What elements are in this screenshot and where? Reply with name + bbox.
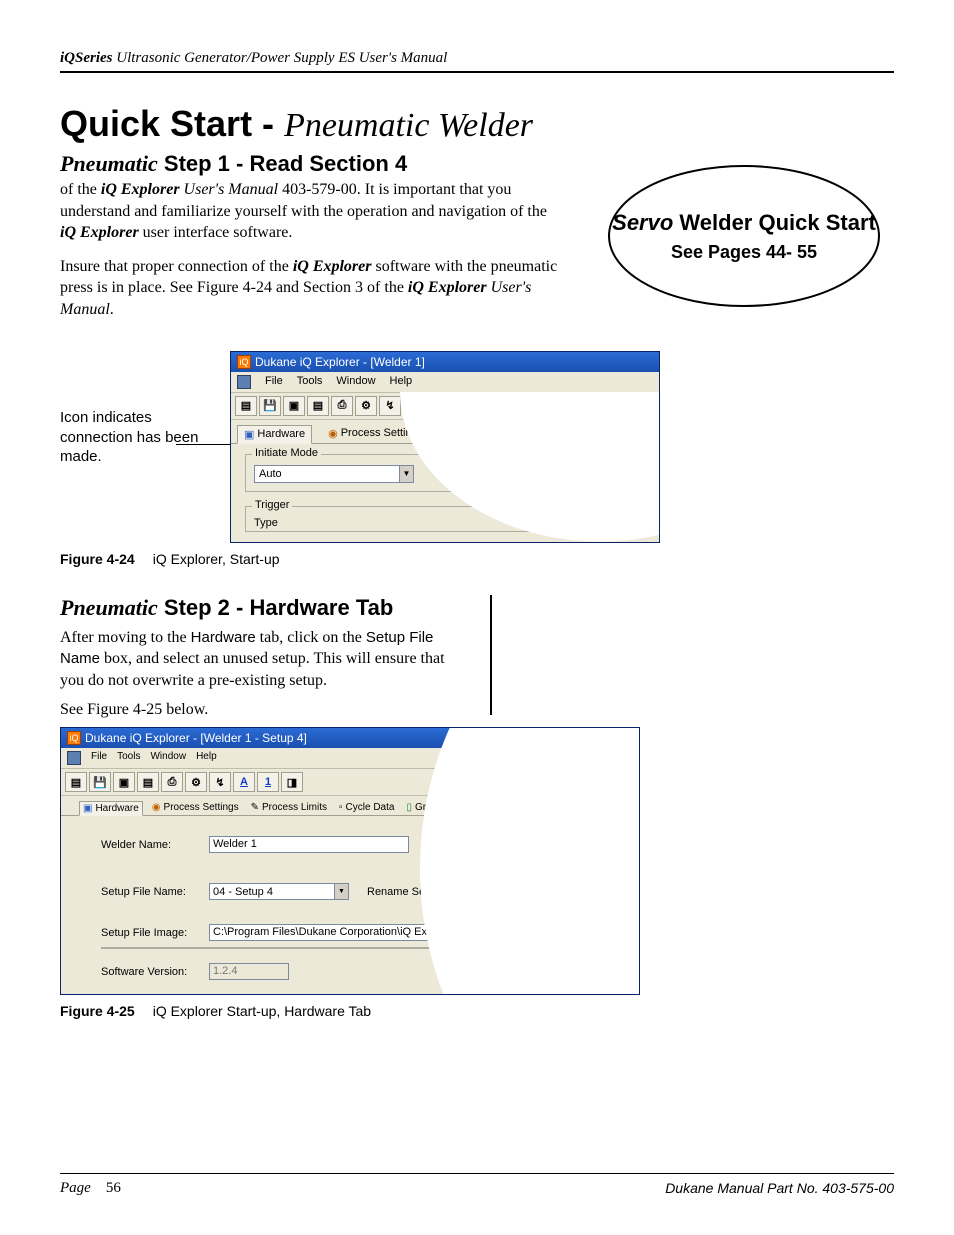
step1-prefix: Pneumatic: [60, 151, 158, 176]
input-version: 1.2.4: [209, 963, 289, 980]
toolbar-btn-3[interactable]: ▣: [283, 396, 305, 416]
annotation-connection-icon: Icon indicates connection has been made.: [60, 408, 220, 467]
menu-tools[interactable]: Tools: [297, 375, 323, 389]
lbl-setup-file: Setup File Name:: [101, 886, 201, 898]
step2-rest: Step 2 - Hardware Tab: [158, 595, 394, 620]
menu-help[interactable]: Help: [390, 375, 413, 389]
tab-hardware[interactable]: ▣Hardware: [237, 425, 312, 444]
fig-num: Figure 4-24: [60, 551, 135, 567]
figure-caption-24: Figure 4-24 iQ Explorer, Start-up: [60, 551, 894, 567]
callout-rest: Welder Quick Start: [673, 210, 876, 235]
tab-cycle-data[interactable]: ▫Cycle Data: [336, 800, 397, 815]
toolbar-btn-a[interactable]: A: [233, 772, 255, 792]
chevron-down-icon: ▼: [334, 884, 348, 899]
toolbar-btn-1[interactable]: ▤: [65, 772, 87, 792]
callout-servo: Servo: [612, 210, 673, 235]
servo-callout: Servo Welder Quick Start See Pages 44- 5…: [604, 161, 884, 311]
step2-heading: Pneumatic Step 2 - Hardware Tab: [60, 595, 460, 621]
toolbar-btn-5[interactable]: ⎙: [161, 772, 183, 792]
footer-page-label: Page: [60, 1180, 91, 1196]
header-series-suffix: Series: [75, 50, 113, 66]
toolbar-btn-7[interactable]: ↯: [209, 772, 231, 792]
page-footer: Page 56 Dukane Manual Part No. 403-575-0…: [60, 1173, 894, 1197]
chevron-down-icon: ▼: [399, 466, 413, 482]
step1-para2: Insure that proper connection of the iQ …: [60, 256, 564, 321]
title-sub: Pneumatic Welder: [284, 107, 533, 144]
window-title-2: Dukane iQ Explorer - [Welder 1 - Setup 4…: [85, 731, 307, 745]
toolbar-btn-4[interactable]: ▤: [137, 772, 159, 792]
app-icon: iQ: [67, 731, 81, 745]
lbl-welder-name: Welder Name:: [101, 839, 201, 851]
combo-value: Auto: [259, 468, 282, 480]
toolbar-btn-5[interactable]: ⎙: [331, 396, 353, 416]
page-title: Quick Start - Pneumatic Welder: [60, 103, 894, 145]
toolbar-btn-6[interactable]: ⚙: [355, 396, 377, 416]
group-legend-initiate: Initiate Mode: [252, 447, 321, 459]
toolbar-btn-save[interactable]: 💾: [259, 396, 281, 416]
toolbar-btn-save[interactable]: 💾: [89, 772, 111, 792]
fig-text: iQ Explorer, Start-up: [153, 551, 280, 567]
vertical-divider: [490, 595, 492, 715]
lbl-version: Software Version:: [101, 966, 201, 978]
callout-pages: See Pages 44- 55: [671, 242, 817, 263]
app-window-fig24: iQ Dukane iQ Explorer - [Welder 1] File …: [230, 351, 660, 543]
menu-file[interactable]: File: [265, 375, 283, 389]
header-series: iQ: [60, 50, 75, 66]
header-subtitle: Ultrasonic Generator/Power Supply ES Use…: [113, 50, 448, 66]
group-legend-trigger: Trigger: [252, 499, 292, 511]
title-main: Quick Start -: [60, 103, 284, 144]
step2-para: After moving to the Hardware tab, click …: [60, 627, 460, 692]
step1-para1: of the iQ Explorer User's Manual 403-579…: [60, 179, 564, 244]
app-window-fig25: iQ Dukane iQ Explorer - [Welder 1 - Setu…: [60, 727, 640, 995]
toolbar-btn-4[interactable]: ▤: [307, 396, 329, 416]
input-welder-name[interactable]: Welder 1: [209, 836, 409, 853]
see-figure: See Figure 4-25 below.: [60, 701, 460, 719]
running-header: iQSeries Ultrasonic Generator/Power Supp…: [60, 50, 894, 73]
menu-file[interactable]: File: [91, 751, 107, 765]
tab-process-limits[interactable]: ✎Process Limits: [248, 800, 330, 815]
step2-prefix: Pneumatic: [60, 595, 158, 620]
combo-initiate-mode[interactable]: Auto ▼: [254, 465, 414, 483]
toolbar-btn-3[interactable]: ▣: [113, 772, 135, 792]
app-icon: iQ: [237, 355, 251, 369]
step1-heading: Pneumatic Step 1 - Read Section 4: [60, 151, 564, 177]
step1-rest: Step 1 - Read Section 4: [158, 151, 407, 176]
menubar: File Tools Window Help: [231, 372, 659, 393]
figure-caption-25: Figure 4-25 iQ Explorer Start-up, Hardwar…: [60, 1003, 894, 1019]
fig-text-2: iQ Explorer Start-up, Hardware Tab: [153, 1003, 371, 1019]
tab-hardware[interactable]: ▣Hardware: [79, 801, 143, 816]
lbl-setup-image: Setup File Image:: [101, 927, 201, 939]
tab-process-settings[interactable]: ◉Process Settings: [149, 800, 242, 815]
connection-icon: [67, 751, 81, 765]
toolbar-btn-10[interactable]: ◨: [281, 772, 303, 792]
menu-help[interactable]: Help: [196, 751, 217, 765]
titlebar[interactable]: iQ Dukane iQ Explorer - [Welder 1]: [231, 352, 659, 372]
connection-icon: [237, 375, 251, 389]
combo-setup-file[interactable]: 04 - Setup 4 ▼: [209, 883, 349, 900]
menu-window[interactable]: Window: [336, 375, 375, 389]
toolbar-btn-1[interactable]: ▤: [235, 396, 257, 416]
toolbar-btn-1num[interactable]: 1: [257, 772, 279, 792]
window-title: Dukane iQ Explorer - [Welder 1]: [255, 355, 425, 369]
toolbar-btn-7[interactable]: ↯: [379, 396, 401, 416]
combo-setup-value: 04 - Setup 4: [213, 886, 273, 898]
footer-part: Dukane Manual Part No. 403-575-00: [665, 1180, 894, 1197]
fig-num-2: Figure 4-25: [60, 1003, 135, 1019]
toolbar-btn-6[interactable]: ⚙: [185, 772, 207, 792]
menu-window[interactable]: Window: [150, 751, 186, 765]
footer-page-num: 56: [106, 1180, 121, 1196]
menu-tools[interactable]: Tools: [117, 751, 140, 765]
